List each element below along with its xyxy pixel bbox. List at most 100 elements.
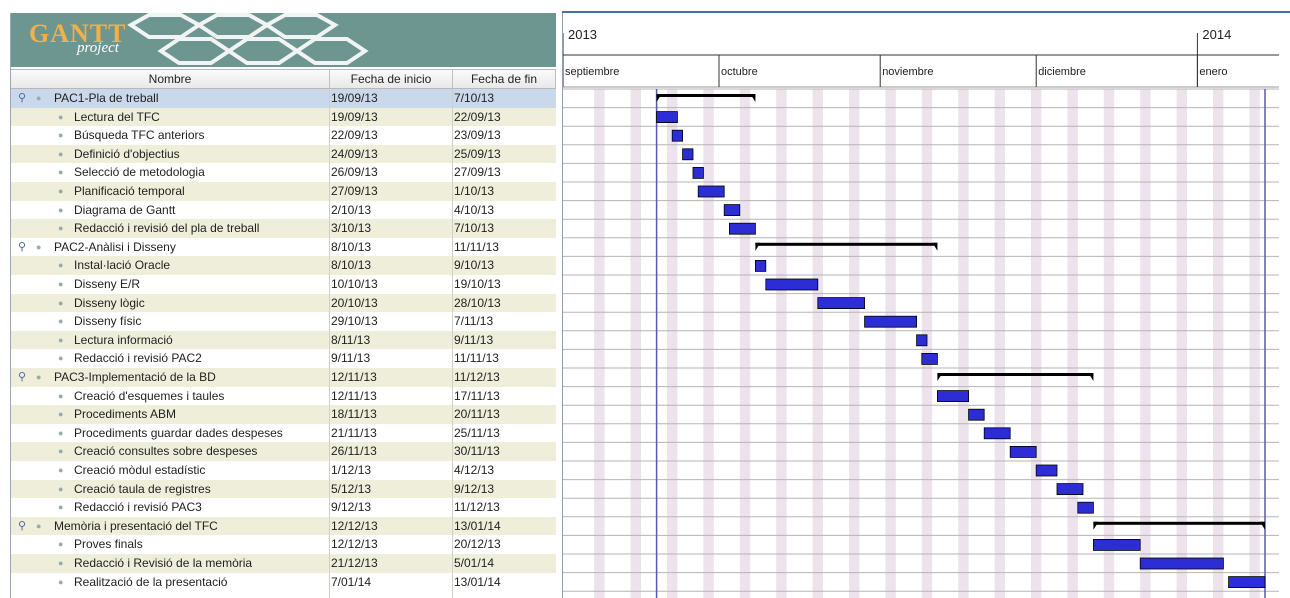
task-row[interactable]: ● Disseny lògic 20/10/13 28/10/13 — [11, 293, 556, 313]
task-start-date[interactable]: 5/12/13 — [331, 480, 451, 499]
task-start-date[interactable]: 7/01/14 — [331, 573, 451, 592]
task-row[interactable]: ● Diagrama de Gantt 2/10/13 4/10/13 — [11, 201, 556, 220]
task-group-row[interactable]: ⚲ ● PAC2-Anàlisi i Disseny 8/10/13 11/11/13 — [11, 238, 556, 257]
task-start-date[interactable]: 26/11/13 — [331, 442, 451, 461]
task-start-date[interactable]: 12/12/13 — [331, 535, 451, 554]
task-row[interactable]: ● Redacció i revisió PAC2 9/11/13 11/11/13 — [11, 349, 556, 368]
task-end-date[interactable]: 4/12/13 — [454, 461, 554, 480]
task-start-date[interactable]: 1/12/13 — [331, 461, 451, 480]
task-bar[interactable] — [916, 334, 928, 347]
task-end-date[interactable]: 7/10/13 — [454, 219, 554, 238]
task-start-date[interactable]: 9/11/13 — [331, 349, 451, 368]
task-row[interactable]: ● Lectura del TFC 19/09/13 22/09/13 — [11, 107, 556, 127]
task-bar[interactable] — [864, 315, 918, 328]
task-end-date[interactable]: 7/11/13 — [454, 312, 554, 331]
task-row[interactable]: ● Disseny E/R 10/10/13 19/10/13 — [11, 275, 556, 294]
task-start-date[interactable]: 12/12/13 — [331, 517, 451, 536]
task-group-row[interactable]: ⚲ ● Memòria i presentació del TFC 12/12/13 1… — [11, 516, 556, 536]
task-end-date[interactable]: 27/09/13 — [454, 163, 554, 182]
task-start-date[interactable]: 27/09/13 — [331, 182, 451, 201]
expand-toggle-icon[interactable]: ⚲ — [18, 238, 26, 257]
task-row[interactable]: ● Redacció i revisió PAC3 9/12/13 11/12/13 — [11, 498, 556, 517]
task-start-date[interactable]: 21/11/13 — [331, 424, 451, 443]
task-end-date[interactable]: 22/09/13 — [454, 108, 554, 127]
task-end-date[interactable]: 20/12/13 — [454, 535, 554, 554]
expand-toggle-icon[interactable]: ⚲ — [18, 89, 26, 108]
task-end-date[interactable]: 11/11/13 — [454, 238, 554, 257]
task-start-date[interactable]: 8/10/13 — [331, 256, 451, 275]
task-row[interactable]: ● Creació consultes sobre despeses 26/11/1… — [11, 442, 556, 461]
task-bar[interactable] — [968, 408, 985, 421]
task-row[interactable]: ● Selecció de metodologia 26/09/13 27/09/13 — [11, 163, 556, 182]
task-row[interactable]: ● Búsqueda TFC anteriors 22/09/13 23/09/13 — [11, 126, 556, 145]
task-end-date[interactable]: 13/01/14 — [454, 517, 554, 536]
column-header-end[interactable]: Fecha de fin — [453, 70, 556, 88]
task-row[interactable]: ● Definició d'objectius 24/09/13 25/09/13 — [11, 144, 556, 164]
task-end-date[interactable]: 5/01/14 — [454, 554, 554, 573]
task-end-date[interactable]: 13/01/14 — [454, 573, 554, 592]
task-row[interactable]: ● Redacció i Revisió de la memòria 21/12/1… — [11, 554, 556, 573]
task-bar[interactable] — [1139, 557, 1224, 570]
expand-toggle-icon[interactable]: ⚲ — [18, 517, 26, 536]
task-bar[interactable] — [728, 222, 756, 235]
task-start-date[interactable]: 8/10/13 — [331, 238, 451, 257]
column-header-name[interactable]: Nombre — [11, 70, 330, 88]
gantt-chart[interactable]: 2013 2014 septiembre octubre noviembre diciem… — [563, 13, 1279, 598]
task-end-date[interactable]: 23/09/13 — [454, 126, 554, 145]
task-row[interactable]: ● Procediments ABM 18/11/13 20/11/13 — [11, 405, 556, 424]
task-bar[interactable] — [692, 166, 704, 179]
task-end-date[interactable]: 11/12/13 — [454, 498, 554, 517]
task-end-date[interactable]: 20/11/13 — [454, 405, 554, 424]
task-bar[interactable] — [1009, 445, 1037, 458]
task-start-date[interactable]: 2/10/13 — [331, 201, 451, 220]
task-row[interactable]: ● Planificació temporal 27/09/13 1/10/13 — [11, 182, 556, 201]
task-end-date[interactable]: 30/11/13 — [454, 442, 554, 461]
task-bar[interactable] — [1035, 464, 1058, 477]
task-bar[interactable] — [697, 185, 725, 198]
task-bar[interactable] — [817, 297, 866, 310]
task-bar[interactable] — [1228, 576, 1266, 588]
task-end-date[interactable]: 11/11/13 — [454, 349, 554, 368]
task-start-date[interactable]: 26/09/13 — [331, 163, 451, 182]
expand-toggle-icon[interactable]: ⚲ — [18, 368, 26, 387]
task-row[interactable]: ● Creació mòdul estadístic 1/12/13 4/12/13 — [11, 461, 556, 480]
task-end-date[interactable]: 7/10/13 — [454, 89, 554, 108]
task-group-row[interactable]: ⚲ ● PAC1-Pla de treball 19/09/13 7/10/13 — [11, 89, 556, 108]
task-end-date[interactable]: 25/09/13 — [454, 145, 554, 164]
task-end-date[interactable]: 19/10/13 — [454, 275, 554, 294]
task-bar[interactable] — [671, 129, 683, 142]
task-end-date[interactable]: 9/11/13 — [454, 331, 554, 350]
task-end-date[interactable]: 11/12/13 — [454, 368, 554, 387]
task-end-date[interactable]: 9/10/13 — [454, 256, 554, 275]
task-start-date[interactable]: 19/09/13 — [331, 89, 451, 108]
task-bar[interactable] — [936, 390, 969, 403]
task-bar[interactable] — [921, 352, 938, 365]
task-bar[interactable] — [1077, 501, 1094, 514]
column-header-start[interactable]: Fecha de inicio — [330, 70, 453, 88]
task-end-date[interactable]: 1/10/13 — [454, 182, 554, 201]
task-start-date[interactable]: 19/09/13 — [331, 108, 451, 127]
task-start-date[interactable]: 29/10/13 — [331, 312, 451, 331]
task-start-date[interactable]: 12/11/13 — [331, 368, 451, 387]
task-start-date[interactable]: 8/11/13 — [331, 331, 451, 350]
task-row[interactable]: ● Realització de la presentació 7/01/14 13/… — [11, 573, 556, 592]
task-start-date[interactable]: 18/11/13 — [331, 405, 451, 424]
task-end-date[interactable]: 4/10/13 — [454, 201, 554, 220]
task-start-date[interactable]: 21/12/13 — [331, 554, 451, 573]
task-start-date[interactable]: 10/10/13 — [331, 275, 451, 294]
task-start-date[interactable]: 12/11/13 — [331, 387, 451, 406]
task-end-date[interactable]: 17/11/13 — [454, 387, 554, 406]
task-row[interactable]: ● Instal·lació Oracle 8/10/13 9/10/13 — [11, 256, 556, 275]
task-row[interactable]: ● Disseny físic 29/10/13 7/11/13 — [11, 312, 556, 331]
gantt-chart-pane[interactable]: 2013 2014 septiembre octubre noviembre diciem… — [562, 13, 1279, 598]
task-bar[interactable] — [656, 111, 678, 123]
task-end-date[interactable]: 25/11/13 — [454, 424, 554, 443]
task-end-date[interactable]: 9/12/13 — [454, 480, 554, 499]
task-bar[interactable] — [682, 148, 694, 161]
task-bar[interactable] — [1056, 483, 1084, 496]
task-row[interactable]: ● Creació taula de registres 5/12/13 9/12/1… — [11, 479, 556, 499]
task-bar[interactable] — [1093, 539, 1141, 551]
task-end-date[interactable]: 28/10/13 — [454, 294, 554, 313]
task-start-date[interactable]: 9/12/13 — [331, 498, 451, 517]
task-start-date[interactable]: 20/10/13 — [331, 294, 451, 313]
